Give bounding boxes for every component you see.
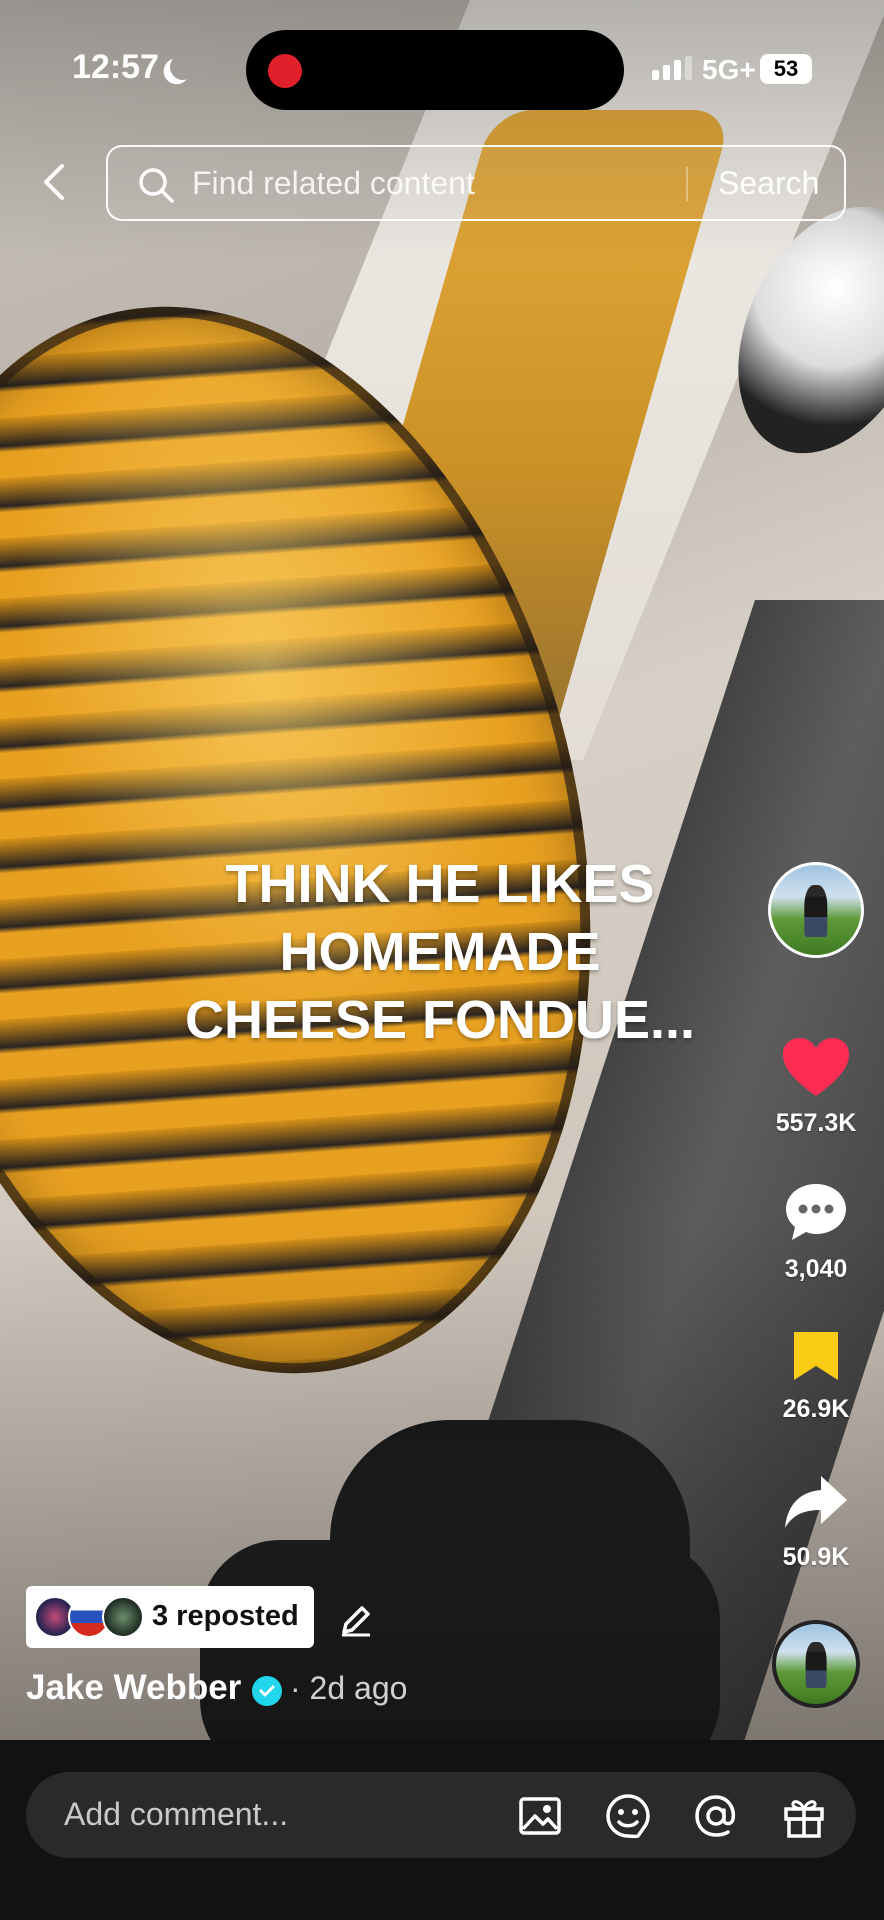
edit-repost-button[interactable] [338, 1602, 374, 1643]
status-time: 12:57 [72, 48, 159, 86]
emoji-sticker-icon[interactable] [604, 1792, 652, 1840]
search-bar[interactable]: Find related content Search [106, 145, 846, 221]
battery-level: 53 [773, 56, 799, 81]
comment-count: 3,040 [784, 1255, 848, 1283]
post-age: · 2d ago [290, 1670, 408, 1706]
verified-badge-icon [252, 1676, 282, 1706]
caption-line: THINK HE LIKES [225, 854, 655, 914]
share-button[interactable]: 50.9K [756, 1472, 876, 1572]
comment-placeholder: Add comment... [64, 1796, 289, 1832]
caption-line: CHEESE FONDUE... [184, 990, 696, 1050]
image-icon[interactable] [516, 1792, 564, 1840]
battery-icon: 53 [760, 54, 812, 84]
share-arrow-icon [785, 1476, 847, 1528]
repost-chip[interactable]: 3 reposted [26, 1586, 314, 1648]
repost-avatar [102, 1596, 144, 1638]
like-count: 557.3K [775, 1109, 857, 1137]
video-caption: THINK HE LIKES HOMEMADE CHEESE FONDUE... [120, 850, 760, 1054]
search-placeholder: Find related content [192, 165, 475, 201]
network-type: 5G+ [702, 54, 756, 85]
music-disc-avatar[interactable] [772, 1620, 860, 1708]
comment-bubble-icon [786, 1184, 846, 1240]
search-divider [686, 167, 688, 201]
recording-indicator-icon [268, 54, 302, 88]
creator-avatar[interactable] [768, 862, 864, 958]
bookmark-icon [794, 1332, 838, 1380]
save-button[interactable]: 26.9K [756, 1328, 876, 1424]
search-icon [139, 168, 174, 203]
avatar-person [805, 1641, 827, 1688]
heart-icon [783, 1038, 849, 1096]
back-button[interactable] [34, 160, 74, 204]
signal-icon [652, 56, 692, 80]
gift-icon[interactable] [780, 1792, 828, 1840]
comment-button[interactable]: 3,040 [756, 1180, 876, 1284]
checkmark-icon [259, 1685, 275, 1697]
comment-input[interactable]: Add comment... [26, 1772, 856, 1858]
save-count: 26.9K [782, 1395, 850, 1423]
avatar-person [804, 884, 828, 937]
search-button[interactable]: Search [718, 165, 819, 202]
chevron-left-icon [44, 164, 64, 200]
video-screen: 12:57 5G+ 53 Find related content Search… [0, 0, 884, 1920]
share-count: 50.9K [782, 1543, 850, 1571]
caption-line: HOMEMADE [279, 922, 601, 982]
pencil-icon [342, 1606, 370, 1637]
mention-icon[interactable] [692, 1792, 740, 1840]
like-button[interactable]: 557.3K [756, 1036, 876, 1138]
repost-label: 3 reposted [152, 1600, 299, 1632]
dynamic-island [246, 30, 624, 110]
author-name[interactable]: Jake Webber [26, 1668, 241, 1708]
